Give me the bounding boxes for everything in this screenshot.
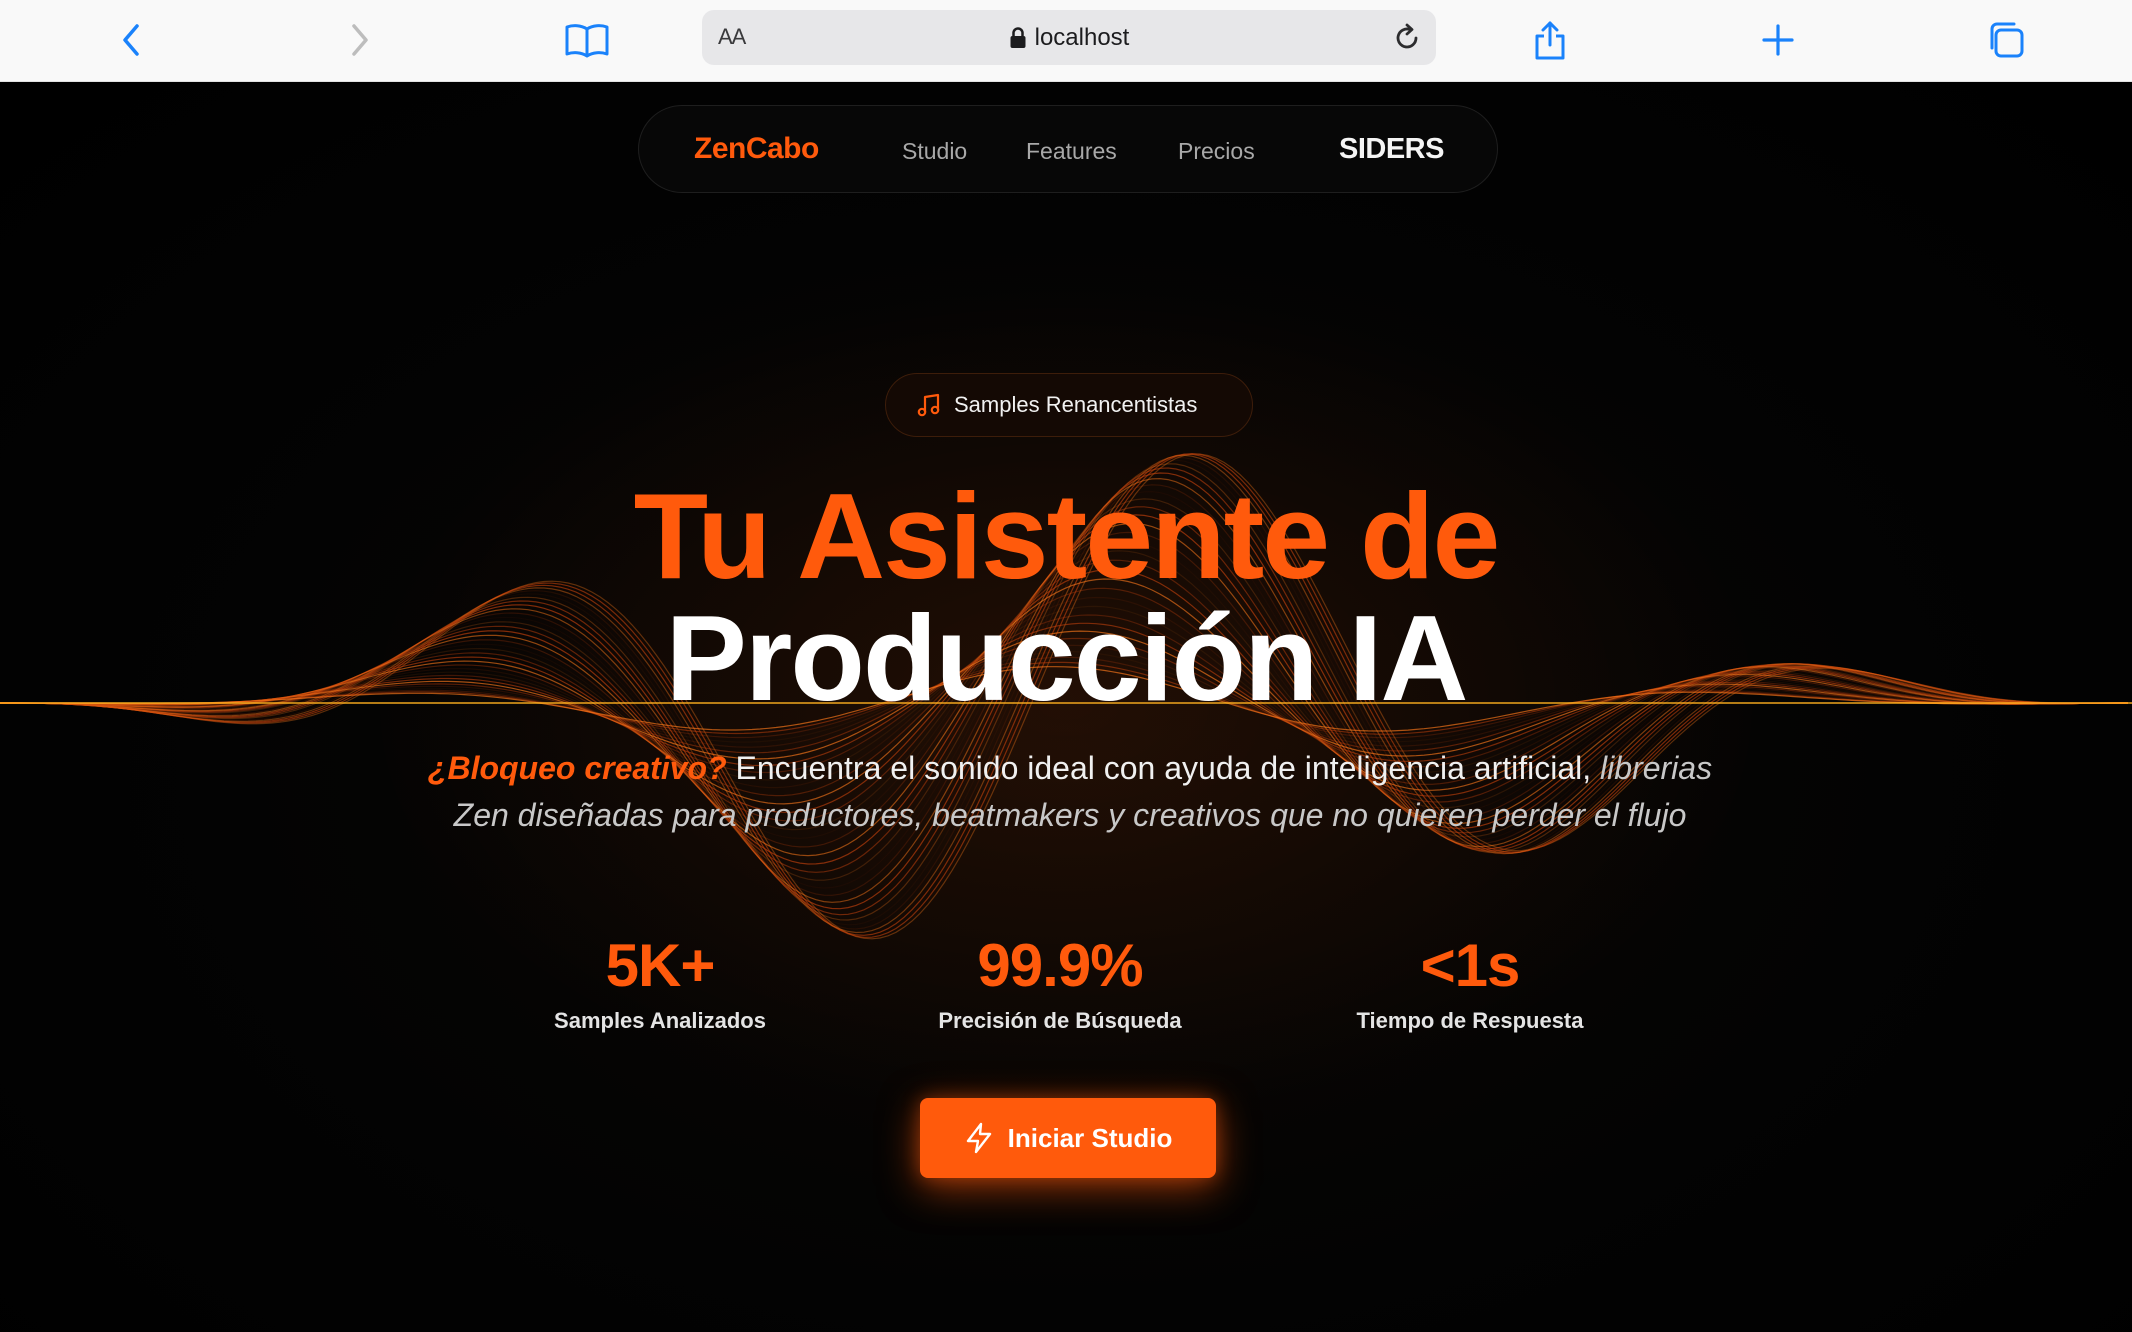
brand-logo[interactable]: ZenCabo [694, 132, 819, 166]
reload-icon [1396, 23, 1418, 49]
book-icon [565, 24, 609, 58]
chevron-left-icon [123, 24, 139, 56]
new-tab-button[interactable] [1752, 14, 1804, 66]
stat-samples: 5K+ Samples Analizados [470, 931, 850, 1034]
forward-button[interactable] [333, 14, 385, 66]
nav-siders-link[interactable]: SIDERS [1339, 133, 1444, 166]
nav-link-features[interactable]: Features [1026, 138, 1117, 165]
music-note-icon [917, 393, 940, 417]
hero-subtitle: ¿Bloqueo creativo? Encuentra el sonido i… [420, 745, 1720, 839]
stat-label: Tiempo de Respuesta [1356, 1008, 1584, 1033]
reload-button[interactable] [1388, 19, 1426, 57]
address-bar[interactable]: AA localhost [702, 10, 1436, 65]
lock-icon [1010, 26, 1026, 48]
hero-title-line1: Tu Asistente de [633, 468, 1501, 604]
stat-value: 99.9% [977, 932, 1143, 999]
stat-precision: 99.9% Precisión de Búsqueda [870, 931, 1250, 1034]
badge-label: Samples Renancentistas [954, 392, 1198, 417]
lightning-icon [966, 1122, 991, 1154]
start-studio-label: Iniciar Studio [1007, 1122, 1173, 1153]
share-button[interactable] [1524, 14, 1576, 66]
share-icon [1535, 21, 1565, 60]
subtitle-text: Encuentra el sonido ideal con ayuda de i… [735, 750, 1592, 786]
stat-value: <1s [1420, 932, 1521, 999]
plus-icon [1762, 24, 1794, 56]
nav-link-precios[interactable]: Precios [1178, 138, 1255, 165]
stat-value: 5K+ [605, 932, 716, 999]
url-text: localhost [1034, 23, 1130, 51]
text-size-button[interactable]: AA [718, 24, 746, 50]
start-studio-button[interactable]: Iniciar Studio [920, 1098, 1216, 1178]
tabs-icon [1990, 22, 2024, 58]
back-button[interactable] [106, 14, 158, 66]
hero-badge: Samples Renancentistas [885, 373, 1253, 437]
tabs-overview-button[interactable] [1980, 14, 2032, 66]
chevron-right-icon [352, 24, 368, 56]
hero-title-line2: Producción IA [665, 590, 1469, 726]
nav-link-studio[interactable]: Studio [902, 138, 967, 165]
bookmarks-button[interactable] [561, 14, 613, 66]
stat-label: Precisión de Búsqueda [938, 1008, 1182, 1033]
subtitle-highlight: ¿Bloqueo creativo? [427, 750, 727, 786]
main-nav: ZenCabo Studio Features Precios SIDERS [638, 105, 1498, 193]
landing-page: ZenCabo Studio Features Precios SIDERS S… [0, 83, 2132, 1332]
stat-response-time: <1s Tiempo de Respuesta [1280, 931, 1660, 1034]
stat-label: Samples Analizados [554, 1008, 766, 1033]
browser-toolbar: AA localhost [0, 0, 2132, 82]
